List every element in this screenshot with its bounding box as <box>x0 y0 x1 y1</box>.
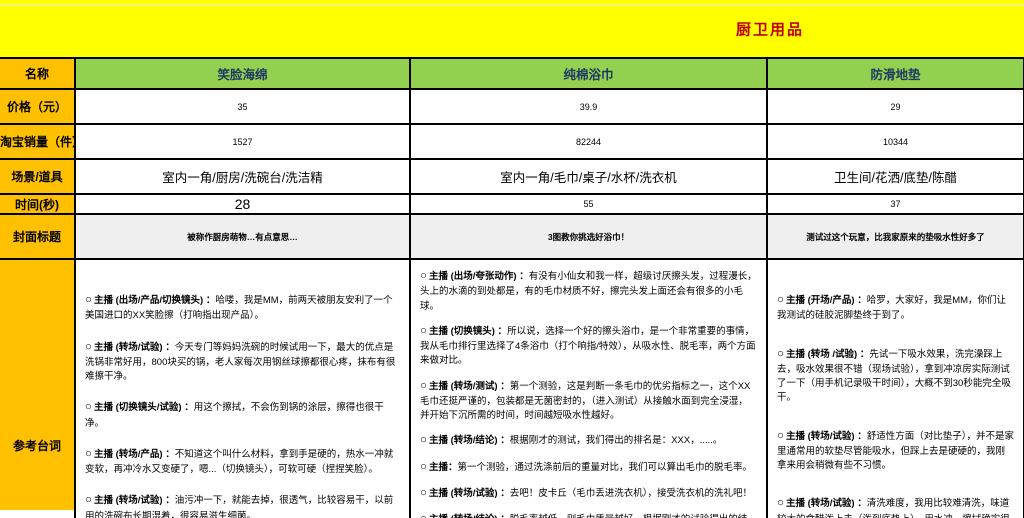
scene-cell-1[interactable]: 室内一角/厨房/洗碗台/洗洁精 <box>74 158 411 195</box>
row-name: 名称 笑脸海绵 纯棉浴巾 防滑地垫 <box>0 57 1024 90</box>
anchor-circle-icon: ○ <box>777 497 784 510</box>
row-cover-title: 封面标题 被称作厨房萌物…有点意思… 3图教你挑选好浴巾！ 测试过这个玩意，比我… <box>0 213 1024 260</box>
anchor-circle-icon: ○ <box>777 429 784 442</box>
row-label-cover[interactable]: 封面标题 <box>0 213 76 260</box>
product-name-cell-2[interactable]: 纯棉浴巾 <box>409 57 768 90</box>
script-line-text: 根据刚才的测试，我们得出的排名是：XXX，.....。 <box>509 435 723 447</box>
row-sales: 淘宝销量（件） 1527 82244 10344 <box>0 123 1024 160</box>
script-line: ○ 主播 (转场/试验) ：油污冲一下，就能去掉，很透气，比较容易干，以前用的洗碗… <box>85 492 400 518</box>
script-line-label: 主播 (转场/测试) ： <box>428 380 510 392</box>
anchor-circle-icon: ○ <box>777 294 784 306</box>
anchor-circle-icon: ○ <box>777 347 784 360</box>
anchor-circle-icon: ○ <box>85 401 92 414</box>
script-line: ○ 主播 (转场/试验) ：舒适性方面（对比垫子），并不是家里通常用的软垫尽管能吸… <box>777 428 1014 474</box>
script-line-label: 主播 (切换镜头) ： <box>428 325 508 337</box>
time-cell-1[interactable]: 28 <box>74 193 411 215</box>
price-cell-2[interactable]: 39.9 <box>409 88 768 125</box>
script-line: ○ 主播 (出场/夸张动作) ：有没有小仙女和我一样，超级讨厌擦头发，过程漫长，头… <box>420 268 757 314</box>
cover-title-cell-3[interactable]: 测试过这个玩意，比我家原来的垫吸水性好多了 <box>766 213 1024 260</box>
script-line: ○ 主播 (转场/产品) ：不知道这个叫什么材料，拿到手是硬的，热水一冲就变软，再… <box>85 446 400 478</box>
script-line-label: 主播 (转场/结论) ： <box>428 435 510 447</box>
anchor-circle-icon: ○ <box>85 447 92 460</box>
script-line: ○ 主播 (切换镜头/试验) ：用这个擦拭，不会伤到锅的涂层，擦得也很干净。 <box>85 399 400 431</box>
row-label-name[interactable]: 名称 <box>0 57 76 90</box>
time-cell-2[interactable]: 55 <box>409 193 768 215</box>
script-line-label: 主播 (转场/结论) ： <box>429 514 510 518</box>
page-title: 厨卫用品 <box>735 21 805 38</box>
script-line-label: 主播 (转场/试验) ： <box>785 498 867 510</box>
script-line-label: 主播 (出场/夸张动作) ： <box>428 271 529 282</box>
row-script: 参考台词 ○ 主播 (出场/产品/切换镜头) ：哈喽，我是MM，前两天被朋友安利了… <box>0 258 1024 518</box>
row-scene: 场景/道具 室内一角/厨房/洗碗台/洗洁精 室内一角/毛巾/桌子/水杯/洗衣机 … <box>0 158 1024 195</box>
script-line: ○主播 (转场/结论) ：脱毛率越低，则毛巾质量越好，根据刚才的试验得出的结论，… <box>420 511 757 518</box>
anchor-circle-icon: ○ <box>420 270 427 282</box>
price-cell-3[interactable]: 29 <box>766 88 1024 125</box>
sales-cell-2[interactable]: 82244 <box>409 123 768 160</box>
cover-title-cell-1[interactable]: 被称作厨房萌物…有点意思… <box>74 213 411 260</box>
script-line: ○ 主播 (出场/产品/切换镜头) ：哈喽，我是MM，前两天被朋友安利了一个美国进… <box>85 292 400 324</box>
script-line: ○主播 (转场/试验) ：清洗难度，我用比较难清洗，味道较大的食醋泼上去（泼到底… <box>777 495 1014 518</box>
script-line: ○ 主播 (转场/试验) ：去吧！皮卡丘（毛巾丢进洗衣机），接受洗衣机的洗礼吧！ <box>420 485 757 502</box>
script-line-label: 主播 (出场/产品/切换镜头) ： <box>93 295 216 306</box>
script-line-label: 主播 (转场/试验) ： <box>93 341 175 353</box>
anchor-circle-icon: ○ <box>85 340 92 353</box>
price-cell-1[interactable]: 35 <box>74 88 411 125</box>
script-line: ○ 主播 (转场 /试验) ：先试一下吸水效果，洗完澡踩上去，吸水效果很不错（现场… <box>777 346 1014 406</box>
script-line: ○ 主播 (转场/测试) ：第一个测验，这是判断一条毛巾的优劣指标之一，这个XX毛… <box>420 378 757 424</box>
product-name-cell-3[interactable]: 防滑地垫 <box>766 57 1024 90</box>
script-line-label: 主播 (转场/产品) ： <box>93 448 175 460</box>
row-time: 时间(秒) 28 55 37 <box>0 193 1024 215</box>
row-label-price[interactable]: 价格（元） <box>0 88 76 125</box>
row-price: 价格（元） 35 39.9 29 <box>0 88 1024 125</box>
script-line: ○ 主播 (转场/结论) ：根据刚才的测试，我们得出的排名是：XXX，.....。 <box>420 432 757 449</box>
row-label-scene[interactable]: 场景/道具 <box>0 158 76 195</box>
script-line: ○ 主播 (转场/试验) ：今天专门等妈妈洗碗的时候试用一下，最大的优点是洗锅非常… <box>85 339 400 385</box>
script-cell-1[interactable]: ○ 主播 (出场/产品/切换镜头) ：哈喽，我是MM，前两天被朋友安利了一个美国进… <box>74 258 411 518</box>
sales-cell-1[interactable]: 1527 <box>74 123 411 160</box>
time-cell-3[interactable]: 37 <box>766 193 1024 215</box>
anchor-circle-icon: ○ <box>420 460 427 473</box>
script-cell-2[interactable]: ○ 主播 (出场/夸张动作) ：有没有小仙女和我一样，超级讨厌擦头发，过程漫长，头… <box>409 258 768 518</box>
script-line-label: 主播 (转场/试验) ： <box>428 487 510 499</box>
row-label-sales[interactable]: 淘宝销量（件） <box>0 123 84 160</box>
script-line-label: 主播 (转场/试验) ： <box>93 495 175 507</box>
anchor-circle-icon: ○ <box>420 434 427 447</box>
anchor-circle-icon: ○ <box>420 486 427 499</box>
script-line-label: 主播 (开场/产品) ： <box>785 295 867 306</box>
script-line-text: 去吧！皮卡丘（毛巾丢进洗衣机），接受洗衣机的洗礼吧！ <box>509 487 752 499</box>
spreadsheet-view: 厨卫用品 名称 笑脸海绵 纯棉浴巾 防滑地垫 价格（元） 35 39.9 29 … <box>0 0 1024 518</box>
sales-cell-3[interactable]: 10344 <box>766 123 1024 160</box>
script-line: ○ 主播：第一个测验，通过洗涤前后的重量对比，我们可以算出毛巾的脱毛率。 <box>420 459 757 476</box>
anchor-circle-icon: ○ <box>420 513 427 518</box>
script-line: ○ 主播 (开场/产品) ：哈罗，大家好，我是MM，你们让我测试的硅胶泥脚垫终于到… <box>777 292 1014 324</box>
script-line-label: 主播 (转场/试验) ： <box>785 430 867 442</box>
product-name-cell-1[interactable]: 笑脸海绵 <box>74 57 411 90</box>
scene-cell-2[interactable]: 室内一角/毛巾/桌子/水杯/洗衣机 <box>409 158 768 195</box>
scene-cell-3[interactable]: 卫生间/花洒/底垫/陈醋 <box>766 158 1024 195</box>
script-line-label: 主播： <box>428 461 458 473</box>
row-label-script[interactable]: 参考台词 <box>0 258 76 518</box>
script-line-label: 主播 (切换镜头/试验) ： <box>93 402 194 414</box>
banner-row-divider <box>0 4 1024 5</box>
script-line-text: 第一个测验，通过洗涤前后的重量对比，我们可以算出毛巾的脱毛率。 <box>457 461 752 473</box>
script-line-label: 主播 (转场 /试验) ： <box>785 348 870 360</box>
script-line: ○ 主播 (切换镜头) ：所以说，选择一个好的擦头浴巾，是一个非常重要的事情，我从… <box>420 323 757 369</box>
anchor-circle-icon: ○ <box>420 324 427 337</box>
anchor-circle-icon: ○ <box>85 494 92 507</box>
script-cell-3[interactable]: ○ 主播 (开场/产品) ：哈罗，大家好，我是MM，你们让我测试的硅胶泥脚垫终于到… <box>766 258 1024 518</box>
anchor-circle-icon: ○ <box>85 294 92 306</box>
row-label-time[interactable]: 时间(秒) <box>0 193 76 215</box>
title-banner-cell[interactable]: 厨卫用品 <box>0 0 1024 57</box>
cover-title-cell-2[interactable]: 3图教你挑选好浴巾！ <box>409 213 768 260</box>
anchor-circle-icon: ○ <box>420 379 427 392</box>
product-comparison-table: 名称 笑脸海绵 纯棉浴巾 防滑地垫 价格（元） 35 39.9 29 淘宝销量（… <box>0 57 1024 518</box>
